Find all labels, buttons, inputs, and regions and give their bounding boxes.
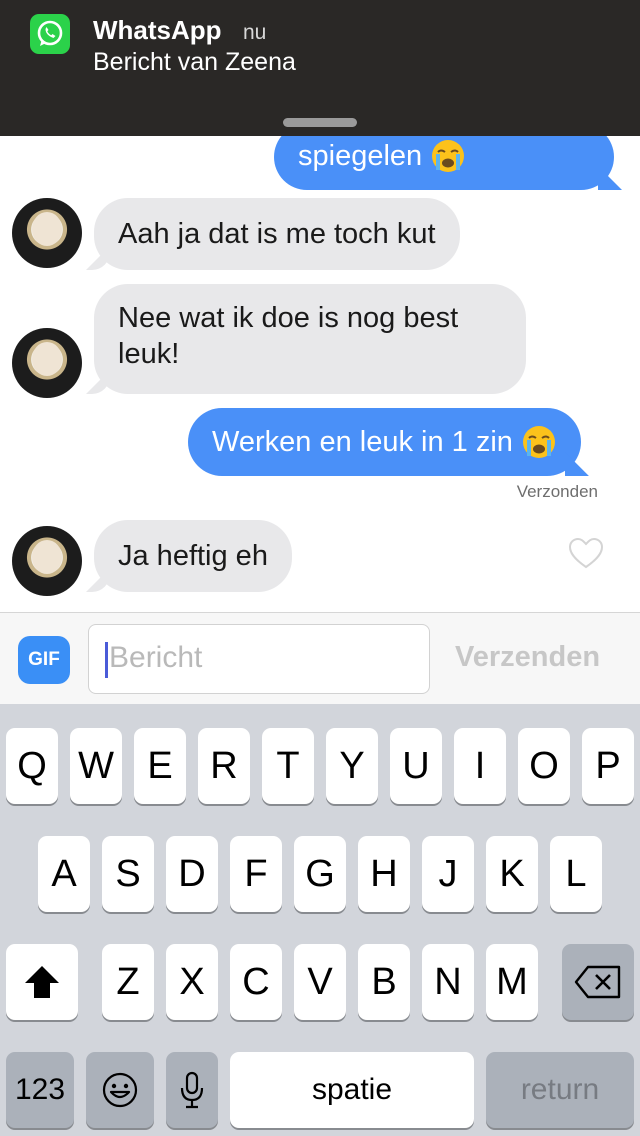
key-c[interactable]: C [230,944,282,1020]
key-n[interactable]: N [422,944,474,1020]
message-text: Ja heftig eh [118,540,268,572]
key-q[interactable]: Q [6,728,58,804]
key-a[interactable]: A [38,836,90,912]
notification-app-name: WhatsApp [93,15,222,45]
notification-grabber-handle[interactable] [283,118,357,127]
key-o[interactable]: O [518,728,570,804]
key-t[interactable]: T [262,728,314,804]
key-p[interactable]: P [582,728,634,804]
delivery-status: Verzonden [516,482,598,501]
return-key[interactable]: return [486,1052,634,1128]
message-text: Werken en leuk in 1 zin [212,426,513,458]
message-text: spiegelen [298,140,423,172]
key-b[interactable]: B [358,944,410,1020]
key-y[interactable]: Y [326,728,378,804]
message-outgoing[interactable]: Werken en leuk in 1 zin [188,408,581,476]
contact-avatar[interactable] [12,328,82,398]
key-f[interactable]: F [230,836,282,912]
key-u[interactable]: U [390,728,442,804]
key-i[interactable]: I [454,728,506,804]
numbers-key[interactable]: 123 [6,1052,74,1128]
message-text: Nee wat ik doe is nog best leuk! [118,302,459,370]
key-w[interactable]: W [70,728,122,804]
message-input-bar: GIF Bericht Verzenden [0,612,640,704]
keyboard: Q W E R T Y U I O P A S D F G H J K L Z … [0,704,640,1136]
whatsapp-icon [30,14,70,54]
backspace-icon [574,965,621,999]
loudly-crying-face-icon [522,426,555,458]
contact-avatar[interactable] [12,198,82,268]
key-h[interactable]: H [358,836,410,912]
key-v[interactable]: V [294,944,346,1020]
key-d[interactable]: D [166,836,218,912]
key-g[interactable]: G [294,836,346,912]
space-key[interactable]: spatie [230,1052,474,1128]
message-text: Aah ja dat is me toch kut [118,218,436,250]
key-m[interactable]: M [486,944,538,1020]
dictation-key[interactable] [166,1052,218,1128]
key-k[interactable]: K [486,836,538,912]
notification-message: Bericht van Zeena [93,48,296,76]
key-z[interactable]: Z [102,944,154,1020]
key-j[interactable]: J [422,836,474,912]
heart-icon[interactable] [568,536,604,572]
backspace-key[interactable] [562,944,634,1020]
notification-banner[interactable]: WhatsApp nu Bericht van Zeena [0,0,640,136]
key-r[interactable]: R [198,728,250,804]
shift-arrow-icon [25,966,59,998]
microphone-icon [180,1071,204,1109]
message-incoming[interactable]: Aah ja dat is me toch kut [94,198,460,270]
gif-button[interactable]: GIF [18,636,70,684]
message-input[interactable]: Bericht [88,624,430,694]
emoji-key[interactable] [86,1052,154,1128]
key-x[interactable]: X [166,944,218,1020]
key-l[interactable]: L [550,836,602,912]
text-cursor [105,642,108,678]
key-e[interactable]: E [134,728,186,804]
message-incoming[interactable]: Ja heftig eh [94,520,292,592]
notification-time: nu [243,21,267,44]
shift-key[interactable] [6,944,78,1020]
send-button[interactable]: Verzenden [455,641,600,674]
key-s[interactable]: S [102,836,154,912]
message-incoming[interactable]: Nee wat ik doe is nog best leuk! [94,284,526,394]
contact-avatar[interactable] [12,526,82,596]
loudly-crying-face-icon [432,140,465,172]
message-input-placeholder: Bericht [109,641,203,674]
smiley-icon [102,1072,138,1108]
